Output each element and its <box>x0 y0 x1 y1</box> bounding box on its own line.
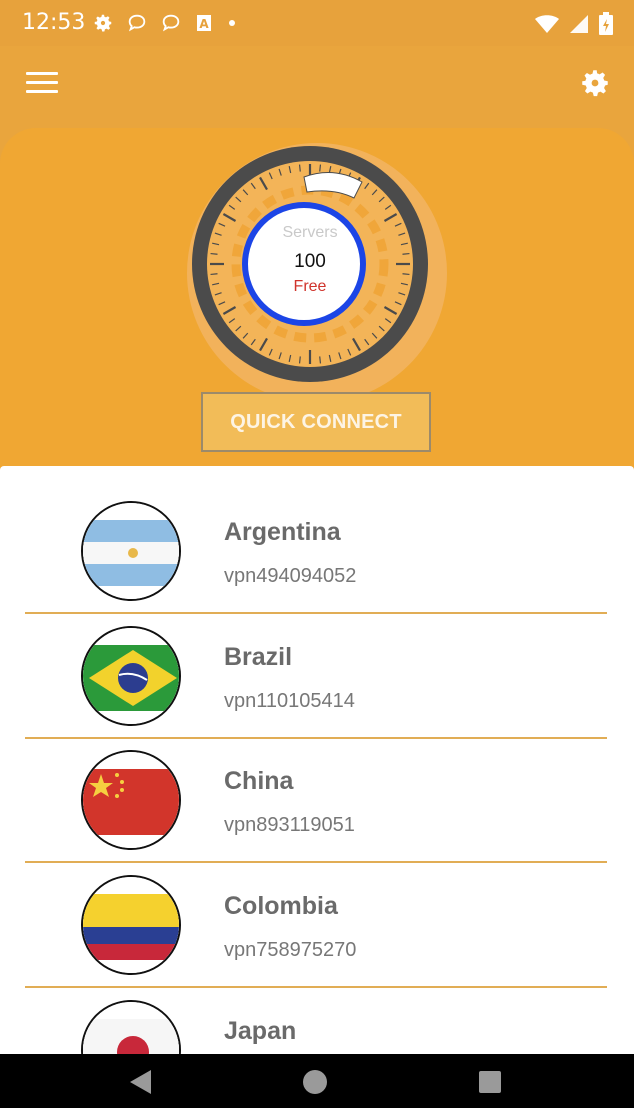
brazil-flag-icon <box>81 626 181 726</box>
toolbar <box>0 46 634 126</box>
plan-label: Free <box>293 278 327 295</box>
colombia-flag-icon <box>81 875 181 975</box>
chat-bubble-icon <box>128 14 146 32</box>
server-row-colombia[interactable]: Colombia vpn758975270 <box>0 840 634 988</box>
server-id: vpn494094052 <box>224 565 357 587</box>
home-circle-icon[interactable] <box>298 1065 332 1099</box>
country-name: Brazil <box>224 643 293 671</box>
dial-tick <box>298 356 301 364</box>
dial-tick <box>210 252 218 255</box>
dial-tick <box>298 164 301 172</box>
server-id: vpn758975270 <box>224 939 357 961</box>
server-count: 100 <box>294 251 326 272</box>
server-row-brazil[interactable]: Brazil vpn110105414 <box>0 591 634 739</box>
status-bar: 12:53 A <box>0 0 634 46</box>
dial-tick <box>319 164 322 172</box>
server-id: vpn110105414 <box>224 690 355 712</box>
argentina-flag-icon <box>81 501 181 601</box>
country-name: Japan <box>224 1017 297 1045</box>
dial-tick <box>210 273 218 276</box>
status-time: 12:53 <box>22 10 86 35</box>
dial-tick <box>402 252 410 255</box>
server-row-argentina[interactable]: Argentina vpn494094052 <box>0 466 634 614</box>
svg-text:A: A <box>199 17 209 31</box>
chat-bubble-icon <box>162 14 180 32</box>
system-icons <box>534 12 614 36</box>
hamburger-menu-icon[interactable] <box>26 72 58 98</box>
server-row-china[interactable]: China vpn893119051 <box>0 715 634 863</box>
china-flag-icon <box>81 750 181 850</box>
country-name: Argentina <box>224 518 341 546</box>
dial-tick <box>319 356 322 364</box>
recents-square-icon[interactable] <box>473 1065 507 1099</box>
dial-tick <box>402 273 410 276</box>
dot-icon <box>229 20 235 26</box>
wifi-icon <box>535 15 559 33</box>
country-name: China <box>224 767 294 795</box>
system-nav-bar <box>0 1054 634 1108</box>
dial-readout: Servers 100 Free <box>250 205 370 325</box>
signal-icon <box>570 15 588 33</box>
a-box-icon: A <box>197 15 211 31</box>
gear-icon <box>94 14 112 32</box>
notification-icons: A <box>92 12 238 34</box>
country-name: Colombia <box>224 892 338 920</box>
server-row-japan[interactable]: Japan <box>0 965 634 1054</box>
server-list: Argentina vpn494094052 Brazil vpn1101054… <box>0 466 634 1054</box>
settings-gear-icon[interactable] <box>578 66 612 100</box>
quick-connect-button[interactable]: QUICK CONNECT <box>201 392 431 452</box>
server-id: vpn893119051 <box>224 814 355 836</box>
servers-label: Servers <box>282 224 338 241</box>
japan-flag-icon <box>81 1000 181 1054</box>
battery-icon <box>599 12 613 35</box>
back-triangle-icon[interactable] <box>124 1065 158 1099</box>
